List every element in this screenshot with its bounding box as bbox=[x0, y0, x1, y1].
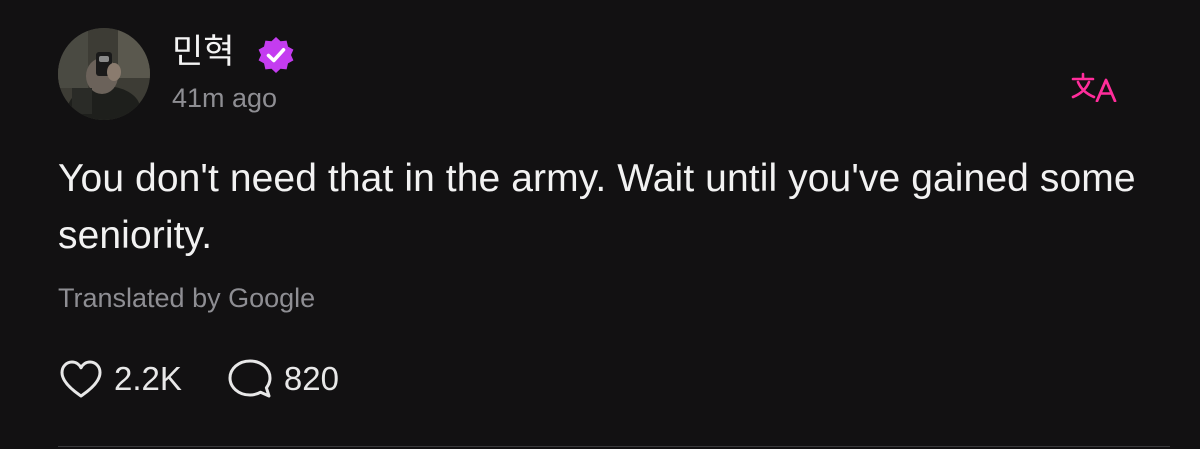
comment-button[interactable]: 820 bbox=[226, 357, 339, 401]
divider bbox=[58, 446, 1170, 447]
post-body: You don't need that in the army. Wait un… bbox=[58, 157, 1136, 257]
translation-note: Translated by Google bbox=[58, 283, 316, 313]
like-button[interactable]: 2.2K bbox=[58, 358, 182, 400]
post-actions: 2.2K 820 bbox=[58, 356, 339, 402]
avatar-photo bbox=[58, 28, 150, 120]
comment-bubble-icon bbox=[228, 359, 272, 398]
like-count: 2.2K bbox=[114, 360, 182, 397]
post-timestamp: 41m ago bbox=[172, 83, 278, 113]
translate-icon[interactable] bbox=[1070, 72, 1126, 102]
post-card: 민혁 41m ago You don't need that in the ar… bbox=[0, 0, 1200, 449]
avatar[interactable] bbox=[58, 28, 150, 120]
verified-badge-icon bbox=[258, 37, 294, 73]
author-name[interactable]: 민혁 bbox=[172, 32, 235, 72]
heart-icon bbox=[60, 360, 102, 398]
comment-count: 820 bbox=[283, 360, 339, 397]
